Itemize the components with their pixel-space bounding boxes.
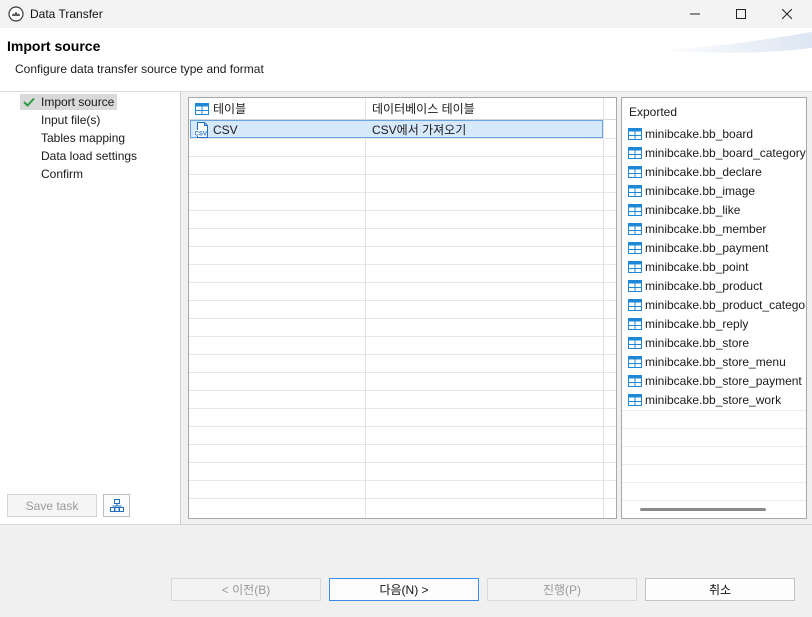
table-icon	[628, 261, 642, 273]
task-config-button[interactable]	[103, 494, 130, 517]
source-type-table: 테이블 데이터베이스 테이블 CSV CSV CSV에서 가져오기	[188, 97, 617, 519]
table-icon	[628, 318, 642, 330]
cell-source-name: CSV	[213, 123, 238, 137]
finish-button[interactable]: 진행(P)	[487, 578, 637, 601]
exported-table-label: minibcake.bb_like	[645, 203, 741, 217]
table-icon	[628, 280, 642, 292]
table-icon	[628, 356, 642, 368]
table-grid	[189, 98, 616, 518]
exported-header: Exported	[629, 105, 678, 119]
data-transfer-window: Data Transfer Import source Configure da…	[0, 0, 812, 617]
exported-table-label: minibcake.bb_store_payment	[645, 374, 802, 388]
nav-item-confirm[interactable]: Confirm	[41, 166, 83, 182]
csv-file-icon: CSV	[194, 122, 208, 138]
task-icon	[109, 498, 124, 512]
table-icon	[628, 147, 642, 159]
exported-table-label: minibcake.bb_store_menu	[645, 355, 786, 369]
save-task-button[interactable]: Save task	[7, 494, 97, 517]
table-icon	[628, 394, 642, 406]
nav-item-input-files[interactable]: Input file(s)	[41, 112, 100, 128]
exported-table-label: minibcake.bb_payment	[645, 241, 769, 255]
horizontal-scrollbar[interactable]	[640, 508, 766, 511]
table-icon	[628, 223, 642, 235]
maximize-button[interactable]	[718, 0, 764, 28]
cancel-button[interactable]: 취소	[645, 578, 795, 601]
nav-item-label: Import source	[41, 95, 115, 109]
exported-tables-list: Exported minibcake.bb_board minibcake.bb_…	[621, 97, 807, 519]
table-icon	[628, 204, 642, 216]
table-icon	[628, 299, 642, 311]
minimize-icon	[690, 13, 700, 15]
exported-table-label: minibcake.bb_member	[645, 222, 767, 236]
nav-item-data-load-settings[interactable]: Data load settings	[41, 148, 137, 164]
close-icon	[782, 9, 792, 19]
column-header-table[interactable]: 테이블	[213, 100, 246, 118]
minimize-button[interactable]	[672, 0, 718, 28]
table-icon	[628, 375, 642, 387]
back-button[interactable]: < 이전(B)	[171, 578, 321, 601]
header-decoration	[652, 32, 812, 53]
check-icon	[23, 97, 35, 107]
exported-table-label: minibcake.bb_declare	[645, 165, 762, 179]
exported-table-label: minibcake.bb_reply	[645, 317, 749, 331]
exported-table-label: minibcake.bb_store_work	[645, 393, 782, 407]
nav-item-tables-mapping[interactable]: Tables mapping	[41, 130, 125, 146]
svg-text:CSV: CSV	[195, 132, 207, 138]
cell-source-description: CSV에서 가져오기	[372, 123, 467, 137]
exported-table-label: minibcake.bb_board_category	[645, 146, 806, 160]
exported-table-label: minibcake.bb_store	[645, 336, 750, 350]
table-icon	[628, 337, 642, 349]
table-icon	[628, 166, 642, 178]
exported-table-label: minibcake.bb_product_catego	[645, 298, 806, 312]
dbeaver-app-icon	[8, 6, 24, 22]
table-icon	[628, 242, 642, 254]
table-icon	[195, 103, 209, 115]
column-header-database-table[interactable]: 데이터베이스 테이블	[372, 100, 475, 118]
nav-item-import-source[interactable]: Import source	[20, 94, 118, 110]
wizard-steps-nav: Import source Input file(s) Tables mappi…	[0, 92, 181, 524]
title-bar: Data Transfer	[0, 0, 812, 28]
page-description: Configure data transfer source type and …	[15, 62, 264, 76]
close-button[interactable]	[764, 0, 810, 28]
exported-table-label: minibcake.bb_board	[645, 127, 754, 141]
wizard-footer	[0, 524, 812, 617]
table-icon	[628, 185, 642, 197]
exported-table-label: minibcake.bb_product	[645, 279, 763, 293]
table-icon	[628, 128, 642, 140]
exported-table-label: minibcake.bb_point	[645, 260, 749, 274]
window-title: Data Transfer	[30, 7, 103, 21]
wizard-header: Import source Configure data transfer so…	[0, 28, 812, 92]
maximize-icon	[736, 9, 746, 19]
next-button[interactable]: 다음(N) >	[329, 578, 479, 601]
exported-table-label: minibcake.bb_image	[645, 184, 756, 198]
page-title: Import source	[7, 38, 101, 54]
